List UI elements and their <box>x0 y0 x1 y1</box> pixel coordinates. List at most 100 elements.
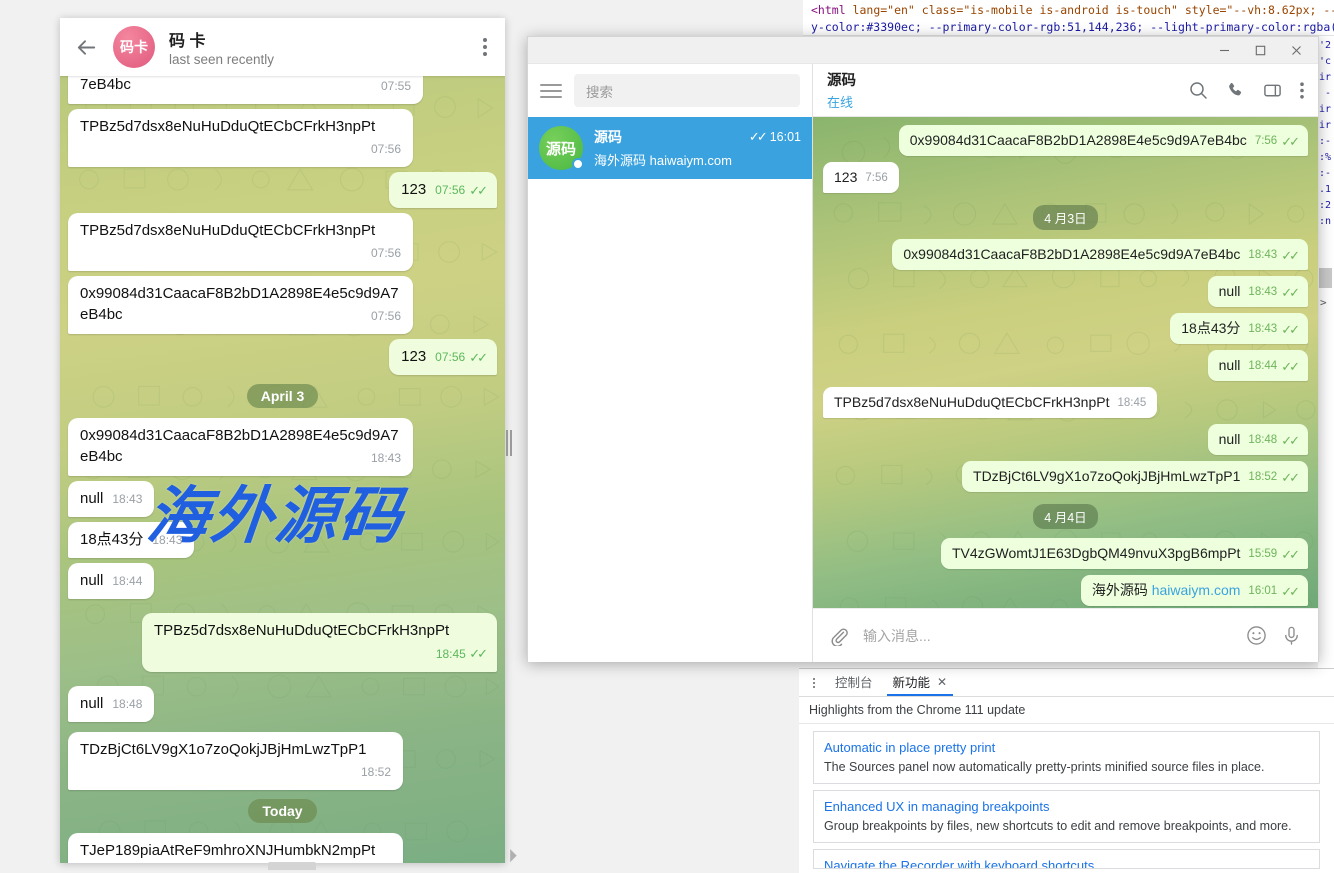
message-row[interactable]: 0x99084d31CaacaF8B2bD1A2898E4e5c9d9A7eB4… <box>68 418 497 476</box>
tab-console[interactable]: 控制台 <box>825 669 883 696</box>
message-link[interactable]: haiwaiym.com <box>1152 582 1241 598</box>
minimize-button[interactable] <box>1206 37 1242 63</box>
chat-item-top-row: 源码 ✓✓ 16:01 <box>594 127 801 147</box>
message-list[interactable]: 0x99084d31CaacaF8B2bD1A2898E4e5c9d9A7eB4… <box>813 117 1318 608</box>
devtools-source-line-2: y-color:#3390ec; --primary-color-rgb:51,… <box>811 20 1334 34</box>
mobile-message-list[interactable]: 07:55 7eB4bc TPBz5d7dsx8eNuHuDduQtECbCFr… <box>60 76 505 863</box>
mobile-header-titles[interactable]: 码 卡 last seen recently <box>169 27 465 67</box>
emoji-icon[interactable] <box>1246 625 1267 646</box>
device-bottom-resize-handle[interactable] <box>268 862 316 870</box>
search-icon[interactable] <box>1189 81 1208 100</box>
message-bubble[interactable]: 18点43分 18:43 <box>68 522 195 558</box>
message-bubble[interactable]: 18点43分 18:43 ✓✓ <box>1170 313 1308 344</box>
message-row[interactable]: 123 07:56 ✓✓ <box>68 172 497 208</box>
message-row[interactable]: TDzBjCt6LV9gX1o7zoQokjJBjHmLwzTpP1 18:52 <box>68 732 497 790</box>
devtools-expand-arrow[interactable]: > <box>1320 296 1327 309</box>
message-row[interactable]: 0x99084d31CaacaF8B2bD1A2898E4e5c9d9A7eB4… <box>823 239 1308 270</box>
message-row[interactable]: TJeP189piaAtReF9mhroXNJHumbkN2mpPt 15:59 <box>68 833 497 863</box>
message-row[interactable]: TPBz5d7dsx8eNuHuDduQtECbCFrkH3npPt 07:56 <box>68 109 497 167</box>
date-separator-wrap: Today <box>68 799 497 823</box>
chat-item-time: 16:01 <box>769 130 801 144</box>
whats-new-card-list: Automatic in place pretty print The Sour… <box>799 724 1334 869</box>
message-row[interactable]: null 18:43 <box>68 481 497 517</box>
message-time: 18:44 <box>1248 360 1278 372</box>
message-row[interactable]: TPBz5d7dsx8eNuHuDduQtECbCFrkH3npPt 07:56 <box>68 213 497 271</box>
message-bubble[interactable]: TPBz5d7dsx8eNuHuDduQtECbCFrkH3npPt 18:45 <box>823 387 1158 418</box>
message-row[interactable]: null 18:43 ✓✓ <box>823 276 1308 307</box>
message-bubble[interactable]: 0x99084d31CaacaF8B2bD1A2898E4e5c9d9A7eB4… <box>68 276 413 334</box>
message-bubble[interactable]: 123 07:56 ✓✓ <box>389 172 497 208</box>
overflow-menu-icon[interactable] <box>479 34 491 60</box>
message-bubble[interactable]: 0x99084d31CaacaF8B2bD1A2898E4e5c9d9A7eB4… <box>898 125 1308 156</box>
close-icon[interactable]: ✕ <box>937 675 947 689</box>
whats-new-card: Enhanced UX in managing breakpoints Grou… <box>813 790 1320 843</box>
maximize-button[interactable] <box>1242 37 1278 63</box>
message-row[interactable]: 07:55 7eB4bc <box>68 76 497 104</box>
message-time: 18:45 <box>435 647 466 661</box>
card-title-link[interactable]: Automatic in place pretty print <box>824 740 1309 755</box>
message-row[interactable]: null 18:44 <box>68 563 497 599</box>
message-bubble[interactable]: TPBz5d7dsx8eNuHuDduQtECbCFrkH3npPt 18:45… <box>142 613 497 672</box>
mic-icon[interactable] <box>1281 625 1302 646</box>
message-bubble[interactable]: 123 07:56 ✓✓ <box>389 339 497 375</box>
message-bubble[interactable]: null 18:43 <box>68 481 155 517</box>
chat-title: 码 卡 <box>169 33 206 50</box>
conversation-header: 源码 在线 <box>813 64 1318 117</box>
card-title-link[interactable]: Enhanced UX in managing breakpoints <box>824 799 1309 814</box>
message-row[interactable]: 123 7:56 <box>823 162 1308 193</box>
message-time: 7:56 <box>1254 135 1278 147</box>
message-bubble[interactable]: 07:55 7eB4bc <box>68 76 423 104</box>
menu-icon[interactable] <box>540 83 562 98</box>
message-row[interactable]: 18点43分 18:43 <box>68 522 497 558</box>
message-row[interactable]: TPBz5d7dsx8eNuHuDduQtECbCFrkH3npPt 18:45… <box>68 613 497 672</box>
message-row[interactable]: null 18:44 ✓✓ <box>823 350 1308 381</box>
menu-icon[interactable] <box>1300 81 1304 99</box>
message-bubble[interactable]: 0x99084d31CaacaF8B2bD1A2898E4e5c9d9A7eB4… <box>68 418 413 476</box>
close-button[interactable] <box>1278 37 1314 63</box>
avatar[interactable]: 码卡 <box>113 26 155 68</box>
message-time: 18:43 <box>152 533 183 547</box>
attach-icon[interactable] <box>829 626 849 646</box>
message-bubble[interactable]: TV4zGWomtJ1E63DgbQM49nvuX3pgB6mpPt 15:59… <box>940 538 1308 569</box>
message-bubble[interactable]: TPBz5d7dsx8eNuHuDduQtECbCFrkH3npPt 07:56 <box>68 109 413 167</box>
message-bubble[interactable]: null 18:48 ✓✓ <box>1207 424 1308 455</box>
message-row[interactable]: TDzBjCt6LV9gX1o7zoQokjJBjHmLwzTpP1 18:52… <box>823 461 1308 492</box>
message-bubble[interactable]: TPBz5d7dsx8eNuHuDduQtECbCFrkH3npPt 07:56 <box>68 213 413 271</box>
message-bubble[interactable]: null 18:44 <box>68 563 155 599</box>
tab-whats-new[interactable]: 新功能 ✕ <box>883 669 958 696</box>
message-row[interactable]: 0x99084d31CaacaF8B2bD1A2898E4e5c9d9A7eB4… <box>68 276 497 334</box>
message-bubble[interactable]: null 18:48 <box>68 686 155 722</box>
message-row[interactable]: 123 07:56 ✓✓ <box>68 339 497 375</box>
card-title-link[interactable]: Navigate the Recorder with keyboard shor… <box>824 858 1309 868</box>
devtools-scrollbar-thumb[interactable] <box>1318 268 1332 288</box>
message-row[interactable]: 海外源码 haiwaiym.com 16:01 ✓✓ <box>823 575 1308 606</box>
message-bubble[interactable]: 123 7:56 <box>823 162 899 193</box>
message-meta: 07:56 <box>371 243 401 264</box>
device-resize-handle[interactable] <box>506 430 512 456</box>
message-bubble[interactable]: null 18:44 ✓✓ <box>1207 350 1308 381</box>
message-bubble[interactable]: TJeP189piaAtReF9mhroXNJHumbkN2mpPt 15:59 <box>68 833 403 863</box>
chat-list-item[interactable]: 源码 源码 ✓✓ 16:01 海外源码 haiwaiym.com <box>528 117 812 179</box>
message-bubble[interactable]: 海外源码 haiwaiym.com 16:01 ✓✓ <box>1080 575 1308 606</box>
back-arrow-icon[interactable] <box>74 35 99 60</box>
message-bubble[interactable]: 0x99084d31CaacaF8B2bD1A2898E4e5c9d9A7eB4… <box>892 239 1308 270</box>
message-bubble[interactable]: null 18:43 ✓✓ <box>1207 276 1308 307</box>
search-input[interactable]: 搜索 <box>574 74 800 107</box>
more-tools-icon[interactable] <box>803 671 825 695</box>
read-ticks-icon: ✓✓ <box>748 129 768 144</box>
call-icon[interactable] <box>1226 81 1245 100</box>
message-row[interactable]: 0x99084d31CaacaF8B2bD1A2898E4e5c9d9A7eB4… <box>823 125 1308 156</box>
message-row[interactable]: null 18:48 <box>68 686 497 722</box>
message-row[interactable]: null 18:48 ✓✓ <box>823 424 1308 455</box>
panel-icon[interactable] <box>1263 81 1282 100</box>
message-row[interactable]: 18点43分 18:43 ✓✓ <box>823 313 1308 344</box>
message-input[interactable]: 输入消息... <box>863 626 1232 646</box>
message-bubble[interactable]: TDzBjCt6LV9gX1o7zoQokjJBjHmLwzTpP1 18:52 <box>68 732 403 790</box>
message-time: 18:45 <box>1117 397 1147 409</box>
message-row[interactable]: TV4zGWomtJ1E63DgbQM49nvuX3pgB6mpPt 15:59… <box>823 538 1308 569</box>
message-text-prefix: 海外源码 <box>1091 582 1152 598</box>
card-description: Group breakpoints by files, new shortcut… <box>824 819 1292 833</box>
message-time: 07:56 <box>370 142 401 156</box>
message-bubble[interactable]: TDzBjCt6LV9gX1o7zoQokjJBjHmLwzTpP1 18:52… <box>962 461 1308 492</box>
message-row[interactable]: TPBz5d7dsx8eNuHuDduQtECbCFrkH3npPt 18:45 <box>823 387 1308 418</box>
